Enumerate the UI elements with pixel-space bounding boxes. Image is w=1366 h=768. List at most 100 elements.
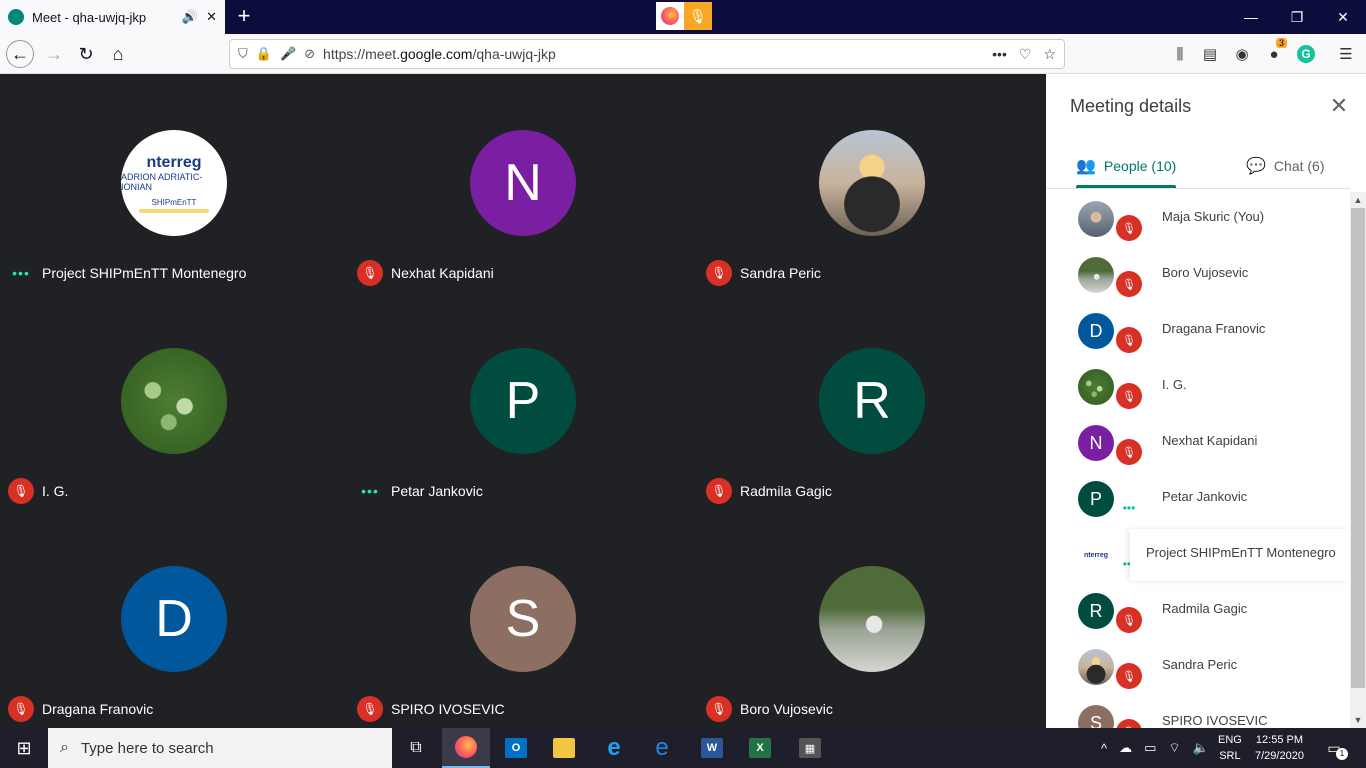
calculator-icon[interactable]: ▦ [786, 728, 834, 768]
list-item[interactable]: R 🎙 Radmila Gagic [1046, 581, 1350, 637]
lock-icon[interactable]: 🔒 [256, 46, 272, 62]
reload-button[interactable]: ↻ [72, 40, 100, 68]
firefox-taskbar-icon[interactable] [442, 728, 490, 768]
participant-name: Boro Vujosevic [740, 701, 833, 717]
cloud-icon[interactable]: ☁ [1119, 740, 1132, 756]
photo-avatar [1078, 369, 1114, 405]
taskbar-search-input[interactable]: ⌕ Type here to search [48, 728, 392, 768]
people-icon: 👥 [1076, 158, 1096, 175]
close-window-button[interactable]: ✕ [1320, 0, 1366, 34]
chevron-up-icon[interactable]: ^ [1101, 741, 1107, 756]
tab-title: Meet - qha-uwjq-jkp [32, 9, 147, 25]
list-item[interactable]: 🎙 Sandra Peric [1046, 637, 1350, 693]
participant-name: Radmila Gagic [740, 483, 832, 499]
restore-button[interactable]: ❐ [1274, 0, 1320, 34]
tab-chat[interactable]: 💬 Chat (6) [1246, 144, 1325, 188]
logo-wave [139, 208, 209, 213]
autoplay-icon[interactable]: ⊘ [304, 46, 315, 62]
person-name: I. G. [1162, 377, 1187, 392]
bookmark-star-icon[interactable]: ☆ [1043, 46, 1056, 63]
file-explorer-icon[interactable] [540, 728, 588, 768]
list-item[interactable]: 🎙 I. G. [1046, 357, 1350, 413]
library-icon[interactable]: ⫼ [1168, 42, 1192, 66]
list-item[interactable]: nterreg ••• Project SHIPmEnTT Montenegro [1046, 525, 1350, 581]
person-name: SPIRO IVOSEVIC [1162, 713, 1268, 728]
tab-people[interactable]: 👥 People (10) [1076, 144, 1176, 188]
sidebar-icon[interactable]: ▤ [1198, 42, 1222, 66]
tile-name-label: 🎙 Dragana Franovic [8, 696, 153, 722]
pocket-icon[interactable]: ♡ [1019, 46, 1032, 63]
letter-avatar: N [470, 130, 576, 236]
participant-tile[interactable]: 🎙 I. G. [0, 292, 349, 510]
participant-name: SPIRO IVOSEVIC [391, 701, 505, 717]
shield-icon[interactable]: ⛉ [238, 46, 248, 62]
person-name: Boro Vujosevic [1162, 265, 1249, 280]
input-language[interactable]: ENG SRL [1218, 732, 1242, 764]
volume-icon[interactable]: 🔈 [1193, 740, 1209, 756]
participant-tile[interactable]: R 🎙 Radmila Gagic [698, 292, 1047, 510]
account-icon[interactable]: ◉ [1230, 42, 1254, 66]
speaker-icon[interactable]: 🔊 [182, 9, 198, 25]
word-icon[interactable]: W [688, 728, 736, 768]
browser-tab[interactable]: Meet - qha-uwjq-jkp 🔊 ✕ [0, 0, 225, 34]
participant-name: Petar Jankovic [391, 483, 483, 499]
scroll-down-arrow-icon[interactable]: ▼ [1350, 712, 1366, 728]
new-tab-button[interactable]: + [232, 4, 256, 28]
person-name: Petar Jankovic [1162, 489, 1248, 504]
scrollbar-thumb[interactable] [1351, 208, 1365, 688]
outlook-icon[interactable]: O [492, 728, 540, 768]
page-actions-button[interactable]: ••• [992, 46, 1007, 62]
mic-off-icon: 🎙 [1116, 327, 1142, 353]
tab-close-button[interactable]: ✕ [206, 9, 217, 25]
home-button[interactable]: ⌂ [104, 40, 132, 68]
list-item[interactable]: P ••• Petar Jankovic [1046, 469, 1350, 525]
battery-icon[interactable]: ▭ [1144, 740, 1156, 756]
excel-icon[interactable]: X [736, 728, 784, 768]
task-view-icon[interactable]: ⧉ [392, 728, 440, 768]
back-button[interactable]: ← [6, 40, 34, 68]
project-logo-avatar: nterreg ADRION ADRIATIC-IONIAN SHIPmEnTT [121, 130, 227, 236]
mic-off-icon: 🎙 [1116, 383, 1142, 409]
participant-tile[interactable]: D 🎙 Dragana Franovic [0, 510, 349, 728]
tile-name-label: 🎙 Nexhat Kapidani [357, 260, 494, 286]
windows-taskbar: ⊞ ⌕ Type here to search ⧉ O e e W X ▦ ^ … [0, 728, 1366, 768]
scroll-up-arrow-icon[interactable]: ▲ [1350, 192, 1366, 208]
forward-button[interactable]: → [40, 40, 68, 68]
people-list-scrollbar[interactable]: ▲ ▼ [1350, 192, 1366, 728]
photo-avatar [1078, 257, 1114, 293]
microphone-permission-icon[interactable]: 🎤 [280, 46, 296, 62]
list-item[interactable]: D 🎙 Dragana Franovic [1046, 301, 1350, 357]
wifi-icon[interactable]: ⌔ [1168, 740, 1180, 756]
participant-tile[interactable]: N 🎙 Nexhat Kapidani [349, 74, 698, 292]
windows-start-icon[interactable]: ⊞ [0, 728, 48, 768]
menu-icon[interactable]: ☰ [1334, 42, 1358, 66]
url-text[interactable]: https://meet.google.com/qha-uwjq-jkp [323, 46, 980, 62]
letter-avatar: S [1078, 705, 1114, 728]
logo-text-line2: ADRION ADRIATIC-IONIAN [121, 171, 203, 192]
participant-tile[interactable]: 🎙 Sandra Peric [698, 74, 1047, 292]
list-item[interactable]: S 🎙 SPIRO IVOSEVIC [1046, 693, 1350, 728]
mic-off-icon: 🎙 [706, 260, 732, 286]
mic-off-icon: 🎙 [1116, 719, 1142, 728]
participant-tile[interactable]: S 🎙 SPIRO IVOSEVIC [349, 510, 698, 728]
chat-icon: 💬 [1246, 158, 1266, 175]
close-panel-button[interactable]: ✕ [1327, 94, 1351, 118]
url-bar[interactable]: ⛉ 🔒 🎤 ⊘ https://meet.google.com/qha-uwjq… [229, 39, 1065, 69]
person-name: Maja Skuric (You) [1162, 209, 1265, 224]
logo-text-line1: nterreg [146, 153, 202, 171]
participant-tile[interactable]: P ••• Petar Jankovic [349, 292, 698, 510]
participant-tile[interactable]: 🎙 Boro Vujosevic [698, 510, 1047, 728]
clock[interactable]: 12:55 PM 7/29/2020 [1255, 732, 1304, 764]
people-list[interactable]: 🎙 Maja Skuric (You) 🎙 Boro Vujosevic D 🎙… [1046, 188, 1350, 728]
participant-tile[interactable]: nterreg ADRION ADRIATIC-IONIAN SHIPmEnTT… [0, 74, 349, 292]
tile-name-label: 🎙 Radmila Gagic [706, 478, 832, 504]
minimize-button[interactable]: — [1228, 0, 1274, 34]
photo-avatar [819, 130, 925, 236]
internet-explorer-icon[interactable]: e [590, 728, 638, 768]
sharing-indicator[interactable]: 🎙 [656, 2, 712, 30]
list-item[interactable]: N 🎙 Nexhat Kapidani [1046, 413, 1350, 469]
list-item[interactable]: 🎙 Maja Skuric (You) [1046, 189, 1350, 245]
edge-icon[interactable]: e [638, 728, 686, 768]
grammarly-icon[interactable]: G [1297, 45, 1315, 63]
list-item[interactable]: 🎙 Boro Vujosevic [1046, 245, 1350, 301]
